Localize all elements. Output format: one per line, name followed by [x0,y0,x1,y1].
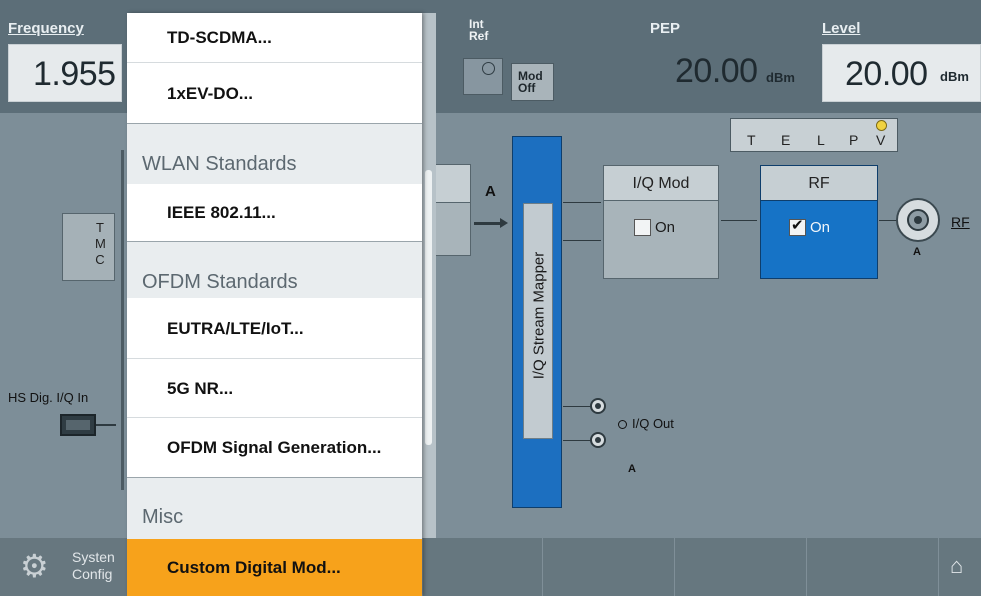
menu-header-misc: Misc [127,478,422,539]
iq-mod-checkbox[interactable] [634,219,651,237]
taskbar-slot-1[interactable] [422,538,542,596]
iq-out-connector-icon-1[interactable] [590,398,606,414]
divider [121,150,124,490]
home-icon: ⌂ [950,553,964,578]
frequency-value: 1.955 [33,55,116,93]
menu-scrollbar-thumb[interactable] [425,170,432,445]
rf-connector-icon[interactable] [896,198,940,242]
rf-on-label: On [810,219,831,237]
frequency-field[interactable]: 1.955 [8,44,122,102]
home-button[interactable]: ⌂ [938,538,981,596]
status-letter-l: L [817,132,825,148]
status-letter-t: T [747,132,756,148]
checkmark-icon: ✔ [791,217,804,235]
menu-item-custom-digital-mod[interactable]: Custom Digital Mod... [127,539,422,596]
mod-off-button[interactable]: Mod Off [511,63,554,101]
menu-item-ofdm-signal-generation[interactable]: OFDM Signal Generation... [127,418,422,478]
level-unit: dBm [940,69,969,84]
status-indicator-box: T E L P V [730,118,898,152]
tmc-button[interactable]: T M C [62,213,115,281]
menu-item-ieee-802-11[interactable]: IEEE 802.11... [127,184,422,242]
rf-connector-sub: A [913,246,921,258]
menu-item-eutra-lte-iot[interactable]: EUTRA/LTE/IoT... [127,298,422,359]
menu-item-1xev-do[interactable]: 1xEV-DO... [127,63,422,124]
baseband-block[interactable] [436,164,471,256]
rf-block[interactable]: RF ✔ On [760,165,878,279]
level-label[interactable]: Level [822,20,860,37]
menu-header-wlan: WLAN Standards [127,124,422,184]
iq-stream-mapper-block[interactable]: I/Q Stream Mapper [512,136,562,508]
tmc-label: T M C [95,220,106,267]
iq-out-radio-icon[interactable] [618,420,627,429]
status-letter-e: E [781,132,791,148]
iq-out-label[interactable]: I/Q Out [632,416,674,431]
hs-dig-connector-icon[interactable] [60,414,96,436]
iq-mod-block[interactable]: I/Q Mod On [603,165,719,279]
hs-dig-iq-label: HS Dig. I/Q In [8,390,89,405]
iq-mod-title: I/Q Mod [604,166,718,201]
path-a-label: A [485,183,496,200]
int-ref-button[interactable] [463,58,503,95]
iq-out-sub: A [628,463,636,475]
taskbar-slot-3[interactable] [674,538,806,596]
menu-item-5g-nr[interactable]: 5G NR... [127,359,422,418]
frequency-label[interactable]: Frequency [8,20,84,37]
system-config-label-2: Config [72,566,113,582]
iq-out-connector-icon-2[interactable] [590,432,606,448]
menu-header-ofdm: OFDM Standards [127,242,422,298]
taskbar-slot-2[interactable] [542,538,674,596]
status-led-icon [876,120,887,131]
int-ref-label: Int Ref [469,17,489,43]
standards-dropdown-menu: TD-SCDMA... 1xEV-DO... WLAN Standards IE… [127,13,422,596]
level-field[interactable]: 20.00 dBm [822,44,981,102]
status-letter-p: P [849,132,859,148]
ref-circle-icon [482,62,495,75]
iq-mod-toggle[interactable]: On [634,219,675,237]
pep-label: PEP [650,20,681,37]
rf-connector-label[interactable]: RF [951,214,970,230]
rf-checkbox[interactable]: ✔ [789,217,806,237]
gear-icon: ⚙ [20,548,49,584]
taskbar-slot-4[interactable] [806,538,938,596]
menu-item-td-scdma[interactable]: TD-SCDMA... [127,13,422,63]
level-value: 20.00 [845,55,928,93]
rf-toggle[interactable]: ✔ On [789,217,831,237]
stream-mapper-label: I/Q Stream Mapper [530,251,548,380]
pep-readout: 20.00 dBm [675,52,795,91]
pep-unit: dBm [766,70,795,85]
system-config-button[interactable]: ⚙ Systen Config [0,538,127,596]
arrow-head-icon [500,218,508,228]
pep-value: 20.00 [675,52,758,90]
iq-mod-on-label: On [655,219,676,237]
status-letter-v: V [876,132,886,148]
system-config-label-1: Systen [72,549,115,565]
rf-title: RF [761,166,877,201]
